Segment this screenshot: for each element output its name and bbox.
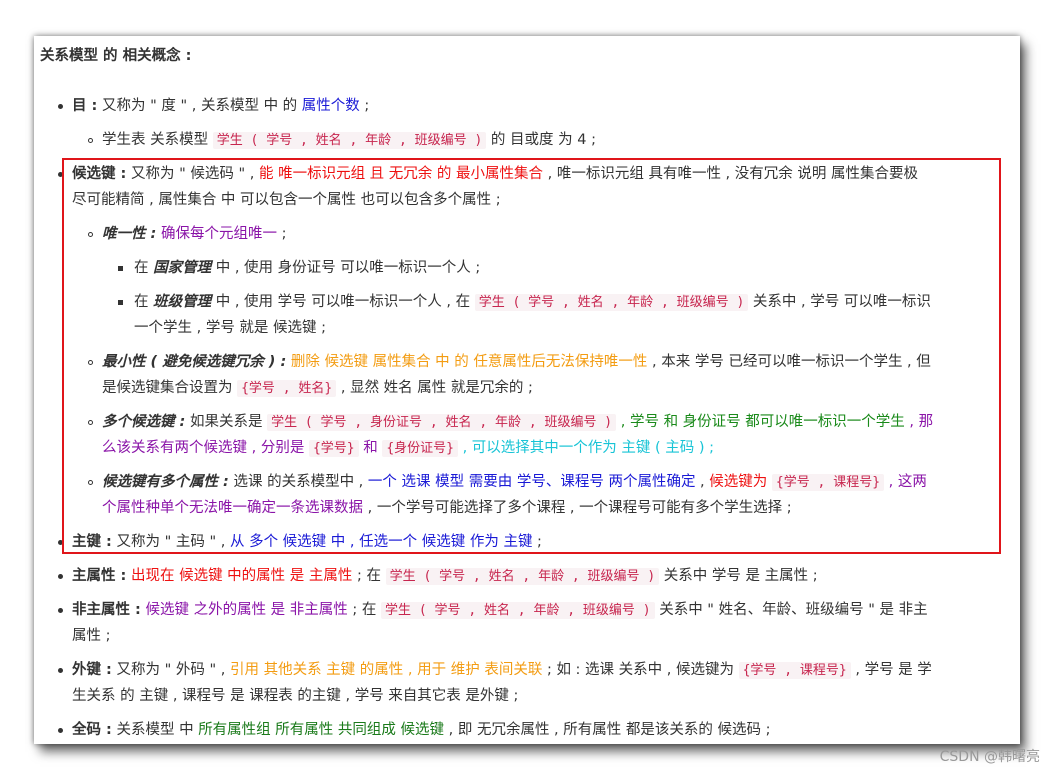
highlight-blue: 属性个数 [301, 98, 360, 114]
text: 又称为 " 外码 " , [111, 662, 230, 678]
item-foreign-key: 外键 : 又称为 " 外码 " , 引用 其他关系 主键 的属性 , 用于 维护… [72, 658, 932, 683]
text: ; 如 : 选课 关系中 , 候选键为 [542, 662, 739, 678]
page-title: 关系模型 的 相关概念 : [40, 48, 192, 64]
bullet-disc [58, 668, 63, 673]
item-prime-attribute: 主属性 : 出现在 候选键 中的属性 是 主属性 ; 在 学生 ( 学号 , 姓… [72, 564, 818, 589]
inline-code: {学号 , 课程号} [738, 662, 851, 679]
text: 学生表 关系模型 [102, 132, 213, 148]
bullet-disc [58, 728, 63, 733]
text: 又称为 " 度 " , 关系模型 中 的 [97, 98, 302, 114]
item-nonprime-attribute-line2: 属性 ; [72, 628, 111, 644]
item-nonprime-attribute: 非主属性 : 候选键 之外的属性 是 非主属性 ; 在 学生 ( 学号 , 姓名… [72, 598, 928, 623]
highlight-red: 出现在 候选键 中的属性 是 主属性 [126, 568, 353, 584]
red-highlight-box [62, 158, 1001, 554]
item-degree-example: 学生表 关系模型 学生 ( 学号 , 姓名 , 年龄 , 班级编号 ) 的 目或… [102, 128, 596, 153]
watermark: CSDN @韩曙亮 [939, 749, 1040, 765]
term-prime-attribute: 主属性 : [72, 568, 127, 584]
text: 关系中 " 姓名、年龄、班级编号 " 是 非主 [654, 602, 928, 618]
bullet-circle [88, 138, 93, 143]
inline-code: 学生 ( 学号 , 姓名 , 年龄 , 班级编号 ) [381, 602, 655, 619]
highlight-orange: 引用 其他关系 主键 的属性 , 用于 维护 表间关联 [229, 662, 543, 678]
text: ; 在 [352, 568, 386, 584]
bullet-disc [58, 574, 63, 579]
term-foreign-key: 外键 : [72, 662, 112, 678]
item-degree: 目 : 又称为 " 度 " , 关系模型 中 的 属性个数 ; [72, 94, 369, 118]
highlight-purple: 候选键 之外的属性 是 非主属性 [140, 602, 348, 618]
highlight-green: 所有属性组 所有属性 共同组成 候选键 [198, 722, 445, 738]
term-nonprime-attribute: 非主属性 : [72, 602, 141, 618]
inline-code: 学生 ( 学号 , 姓名 , 年龄 , 班级编号 ) [385, 568, 660, 585]
text: , 学号 是 学 [850, 662, 932, 678]
item-foreign-key-line2: 生关系 的 主键 , 课程号 是 课程表 的主键 , 学号 来自其它表 是外键 … [72, 688, 519, 704]
term-all-key: 全码 : [72, 722, 112, 738]
inline-code: 学生 ( 学号 , 姓名 , 年龄 , 班级编号 ) [212, 132, 487, 149]
term-degree: 目 : [72, 98, 98, 114]
text: , 即 无冗余属性 , 所有属性 都是该关系的 候选码 ; [444, 722, 771, 738]
text: 关系中 学号 是 主属性 ; [659, 568, 818, 584]
document-card: 关系模型 的 相关概念 : 目 : 又称为 " 度 " , 关系模型 中 的 属… [34, 36, 1020, 744]
bullet-disc [58, 104, 63, 109]
bullet-disc [58, 608, 63, 613]
document-content: 关系模型 的 相关概念 : 目 : 又称为 " 度 " , 关系模型 中 的 属… [34, 36, 1020, 744]
text: ; [359, 98, 370, 114]
text: 的 目或度 为 4 ; [486, 132, 596, 148]
text: ; 在 [347, 602, 382, 618]
text: 关系模型 中 [111, 722, 199, 738]
item-all-key: 全码 : 关系模型 中 所有属性组 所有属性 共同组成 候选键 , 即 无冗余属… [72, 718, 771, 742]
